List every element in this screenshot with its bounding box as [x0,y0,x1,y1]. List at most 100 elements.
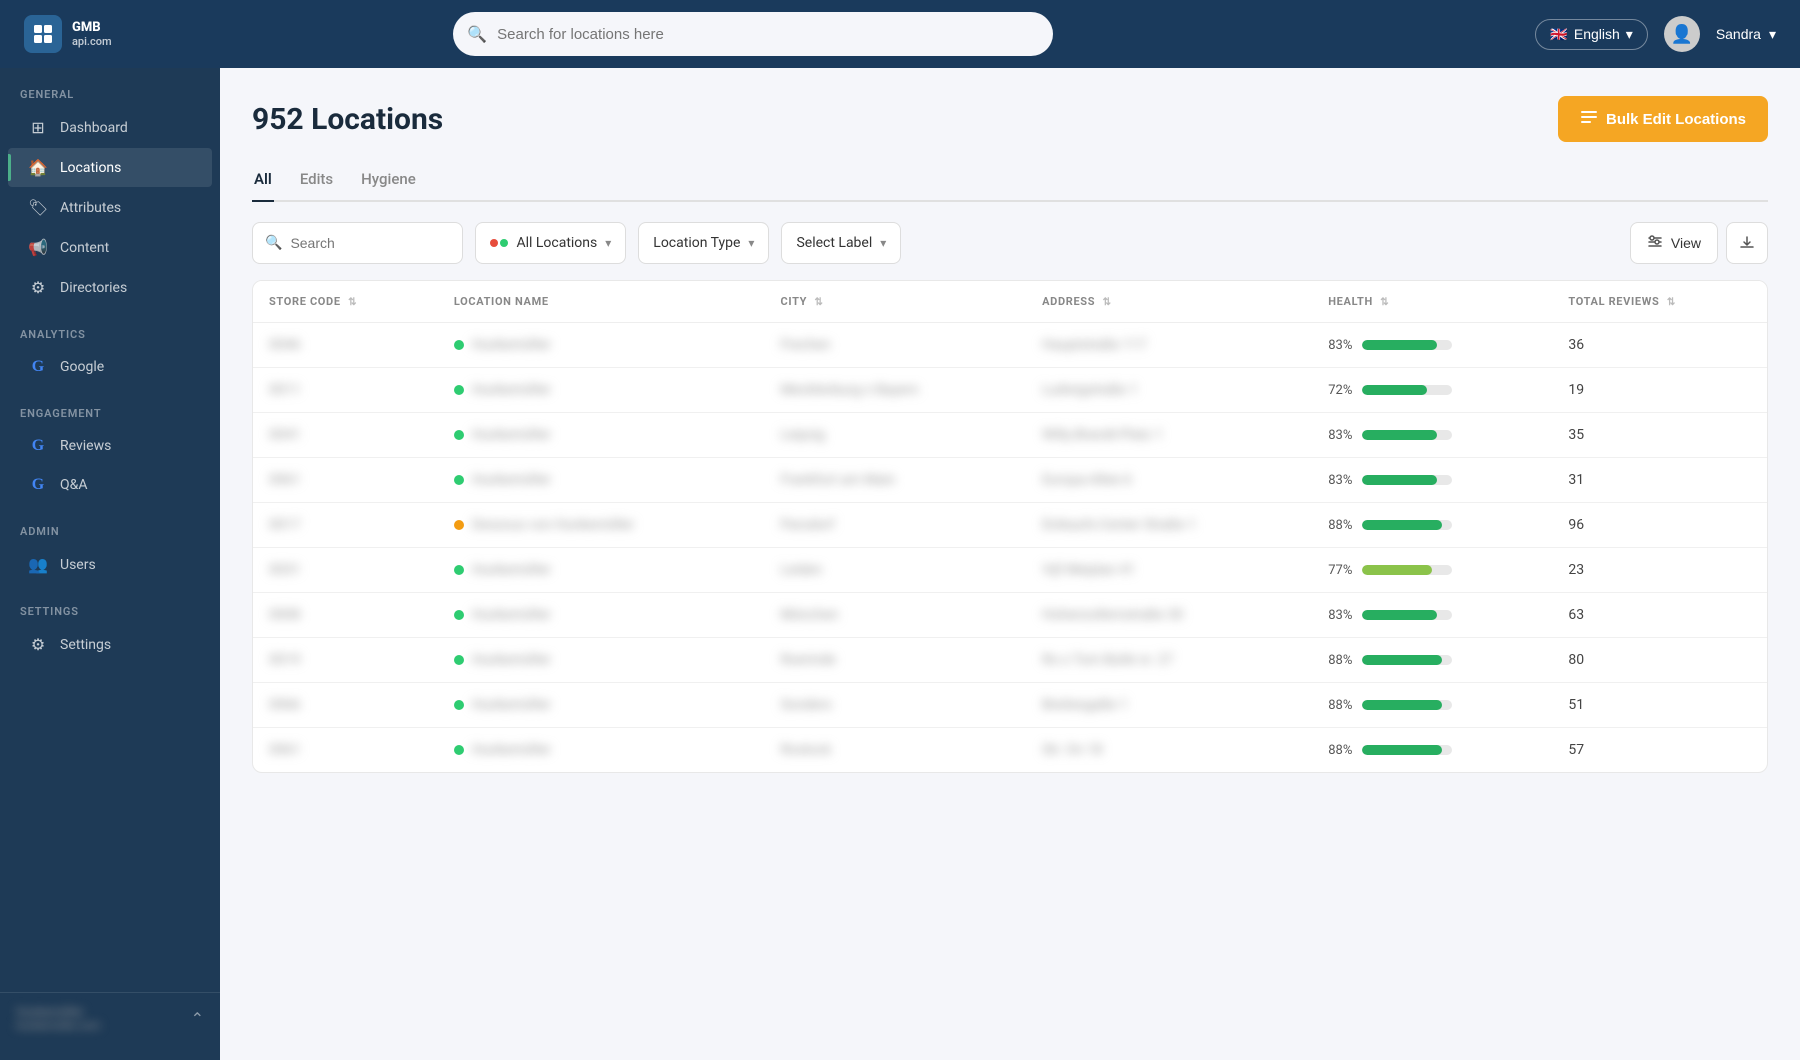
sidebar-item-label: Users [60,557,96,573]
health-bar-fill [1362,655,1441,665]
location-status-dot [454,745,464,755]
sidebar-section-general: GENERAL ⊞ Dashboard 🏠 Locations 🏷 Attrib… [0,68,220,308]
health-bar-background [1362,430,1452,440]
sidebar-item-label: Directories [60,280,127,296]
sidebar-bottom-username: Hunkemöller [16,1005,100,1019]
sidebar-item-locations[interactable]: 🏠 Locations [8,148,212,187]
cell-health: 77% [1312,548,1552,593]
cell-total-reviews: 57 [1552,728,1767,773]
table-row[interactable]: 0066 Hunkemöller Sonders Breitesgaße 1 8… [253,683,1767,728]
sidebar: GENERAL ⊞ Dashboard 🏠 Locations 🏷 Attrib… [0,68,220,1060]
chevron-down-icon: ▾ [1626,26,1633,43]
table-row[interactable]: 0046 Hunkemöller Frechen Hauptstraße 117… [253,323,1767,368]
dashboard-icon: ⊞ [28,118,48,137]
cell-city: Mecklenburg n Bayern [765,368,1027,413]
health-bar-background [1362,565,1452,575]
view-button[interactable]: View [1630,222,1718,264]
sidebar-item-google[interactable]: G Google [8,348,212,386]
health-percentage: 88% [1328,653,1352,668]
health-bar-background [1362,700,1452,710]
health-percentage: 83% [1328,338,1352,353]
sidebar-item-qanda[interactable]: G Q&A [8,466,212,504]
sidebar-item-label: Dashboard [60,120,128,136]
bulk-edit-label: Bulk Edit Locations [1606,111,1746,128]
sidebar-section-settings: SETTINGS ⚙ Settings [0,585,220,665]
language-button[interactable]: 🇬🇧 English ▾ [1535,19,1647,50]
cell-total-reviews: 63 [1552,593,1767,638]
col-store-code: STORE CODE ⇅ [253,281,438,323]
cell-address: Ludwigstraße 1 [1026,368,1312,413]
sidebar-item-settings[interactable]: ⚙ Settings [8,625,212,664]
sidebar-item-reviews[interactable]: G Reviews [8,427,212,465]
sidebar-item-dashboard[interactable]: ⊞ Dashboard [8,108,212,147]
health-bar-fill [1362,385,1427,395]
table-row[interactable]: 0019 Hunkemöller Roerinde Ro s Tom Buhk … [253,638,1767,683]
location-name-text: Hunkemöller [472,382,551,398]
cell-health: 88% [1312,683,1552,728]
settings-icon: ⚙ [28,635,48,654]
health-bar-background [1362,610,1452,620]
logo-icon [24,15,62,53]
table-row[interactable]: 0031 Hunkemöller Leiden Vijf Meiplan 41 … [253,548,1767,593]
location-type-dropdown[interactable]: Location Type ▾ [638,222,769,264]
location-name-text: Hunkemöller [472,562,551,578]
health-bar-fill [1362,700,1441,710]
health-percentage: 83% [1328,608,1352,623]
sidebar-item-content[interactable]: 📢 Content [8,228,212,267]
health-percentage: 88% [1328,743,1352,758]
sort-icon: ⇅ [1667,297,1676,308]
select-label-dropdown[interactable]: Select Label ▾ [781,222,901,264]
table-row[interactable]: 0061 Hunkemöller Frankfurt am Main Europ… [253,458,1767,503]
cell-total-reviews: 31 [1552,458,1767,503]
download-button[interactable] [1726,222,1768,264]
health-percentage: 88% [1328,698,1352,713]
flag-icon: 🇬🇧 [1550,26,1567,43]
cell-total-reviews: 80 [1552,638,1767,683]
sidebar-item-label: Reviews [60,438,111,454]
tab-all[interactable]: All [252,162,274,202]
cell-total-reviews: 19 [1552,368,1767,413]
health-bar-fill [1362,520,1441,530]
health-bar-fill [1362,340,1437,350]
search-filter-input[interactable] [290,235,450,251]
health-bar-background [1362,655,1452,665]
cell-store-code: 0061 [253,728,438,773]
reviews-google-icon: G [28,437,48,455]
health-bar-fill [1362,565,1431,575]
sidebar-item-label: Google [60,359,104,375]
cell-location-name: Hunkemöller [438,593,765,638]
table-row[interactable]: 0061 Hunkemöller Rostock Str. On 18 88% … [253,728,1767,773]
health-percentage: 83% [1328,473,1352,488]
location-name-text: Hunkemöller [472,472,551,488]
location-status-dot [454,340,464,350]
cell-city: Leipzig [765,413,1027,458]
bulk-edit-button[interactable]: Bulk Edit Locations [1558,96,1768,142]
col-total-reviews: TOTAL REVIEWS ⇅ [1552,281,1767,323]
location-type-label: Location Type [653,235,740,251]
sidebar-item-attributes[interactable]: 🏷 Attributes [8,188,212,227]
health-percentage: 83% [1328,428,1352,443]
table-row[interactable]: 0008 Hunkemöller München Hohenzollernstr… [253,593,1767,638]
cell-store-code: 0019 [253,638,438,683]
table-header-row: STORE CODE ⇅ LOCATION NAME CITY ⇅ ADDRES… [253,281,1767,323]
tab-hygiene[interactable]: Hygiene [359,162,418,202]
search-input[interactable] [453,12,1053,56]
table-row[interactable]: 0017 Dessous von Hunkemöller Parsdorf Ei… [253,503,1767,548]
qanda-google-icon: G [28,476,48,494]
table-row[interactable]: 0041 Hunkemöller Leipzig Willy-Brandt-Pl… [253,413,1767,458]
health-bar-fill [1362,745,1441,755]
cell-address: Einkaufs-Center Straße 1 [1026,503,1312,548]
user-menu-button[interactable]: Sandra ▾ [1716,26,1776,43]
table-row[interactable]: 0011 Hunkemöller Mecklenburg n Bayern Lu… [253,368,1767,413]
sidebar-collapse-button[interactable]: ⌃ [191,1009,204,1029]
sidebar-item-label: Content [60,240,109,256]
location-filter-label: All Locations [516,235,597,251]
sidebar-item-users[interactable]: 👥 Users [8,545,212,584]
sidebar-section-label-settings: SETTINGS [0,585,220,624]
tab-edits[interactable]: Edits [298,162,335,202]
cell-location-name: Hunkemöller [438,458,765,503]
cell-location-name: Hunkemöller [438,728,765,773]
cell-address: Europa-Allee 6 [1026,458,1312,503]
sidebar-item-directories[interactable]: ⚙ Directories [8,268,212,307]
location-filter-dropdown[interactable]: All Locations ▾ [475,222,626,264]
